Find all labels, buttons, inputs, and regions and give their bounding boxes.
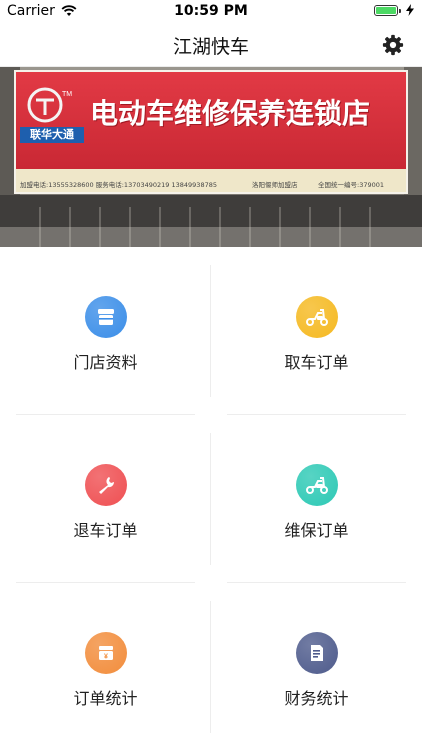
menu-item-return-orders[interactable]: 退车订单 [0, 415, 211, 583]
status-right [374, 4, 414, 16]
charging-bolt-icon [406, 4, 414, 16]
wrench-icon [84, 464, 127, 506]
menu-grid: 门店资料 取车订单 退车订单 维保订单 ¥ 订单统计 财务统计 [0, 247, 422, 751]
banner-shop-name: 电动车维修保养连锁店 [90, 97, 371, 130]
status-bar: Carrier 10:59 PM [0, 0, 422, 22]
menu-label: 维保订单 [284, 521, 349, 540]
menu-label: 退车订单 [73, 521, 138, 540]
menu-item-store-info[interactable]: 门店资料 [0, 247, 211, 415]
svg-text:TM: TM [62, 91, 72, 98]
menu-item-maintenance-orders[interactable]: 维保订单 [211, 415, 422, 583]
scooter-pickup-icon [295, 296, 338, 338]
banner-phone-line: 加盟电话:13555328600 服务电话:13703490219 138499… [20, 181, 217, 189]
banner-location-line: 洛阳偃师加盟店 [252, 181, 298, 189]
settings-gear-icon[interactable] [382, 34, 404, 56]
menu-label: 取车订单 [284, 353, 349, 372]
page-title: 江湖快车 [172, 36, 249, 58]
battery-icon [374, 4, 401, 16]
menu-label: 财务统计 [284, 689, 349, 708]
status-time: 10:59 PM [174, 3, 248, 19]
menu-label: 订单统计 [73, 689, 138, 708]
finance-doc-icon [295, 632, 338, 674]
banner-logo-text: 联华大通 [20, 127, 84, 143]
menu-item-finance-stats[interactable]: 财务统计 [211, 583, 422, 751]
banner-number-line: 全国统一编号:379001 [318, 181, 385, 189]
order-stats-icon: ¥ [84, 632, 127, 674]
menu-item-pickup-orders[interactable]: 取车订单 [211, 247, 422, 415]
scooter-maintenance-icon [295, 464, 338, 506]
store-icon [84, 296, 127, 338]
menu-item-order-stats[interactable]: ¥ 订单统计 [0, 583, 211, 751]
shop-banner-image: TM 联华大通 电动车维修保养连锁店 加盟电话:13555328600 服务电话… [0, 67, 422, 247]
svg-text:¥: ¥ [104, 654, 108, 661]
nav-bar: 江湖快车 [0, 22, 422, 67]
menu-label: 门店资料 [73, 353, 138, 372]
